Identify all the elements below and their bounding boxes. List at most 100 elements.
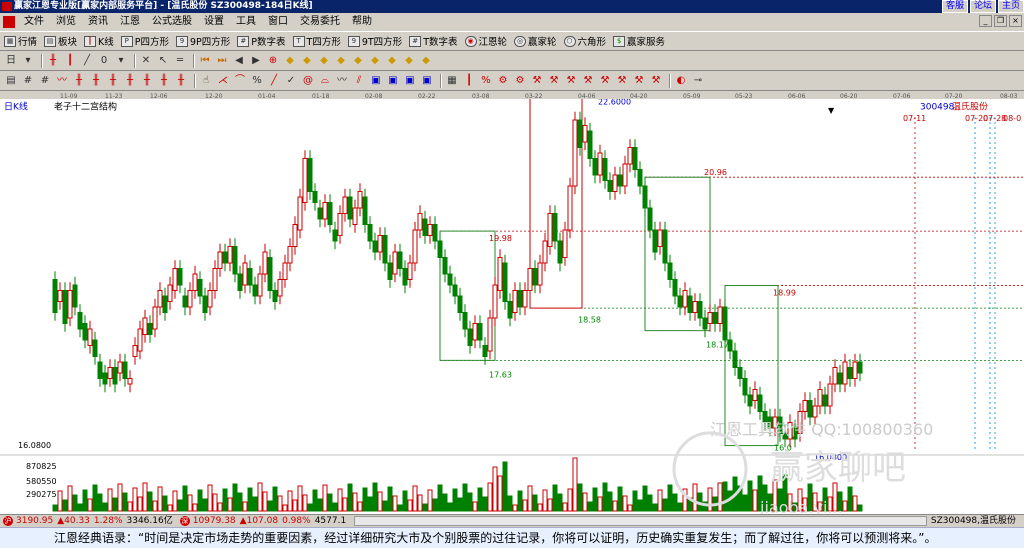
wave2-icon[interactable]: 〰	[335, 74, 349, 88]
wave-icon[interactable]: 〰	[55, 74, 69, 88]
check-icon[interactable]: ✓	[284, 74, 298, 88]
diamond7-icon[interactable]: ◆	[385, 54, 399, 68]
link-forum[interactable]: 论坛	[969, 0, 996, 13]
ruler-icon[interactable]: ═	[173, 54, 187, 68]
tools3-icon[interactable]: ⚒	[564, 74, 578, 88]
tools5-icon[interactable]: ⚒	[598, 74, 612, 88]
menu-trade[interactable]: 交易委托	[294, 13, 346, 31]
percent-icon[interactable]: %	[250, 74, 264, 88]
box2-icon[interactable]: ▣	[386, 74, 400, 88]
last-icon[interactable]: ⏭	[215, 54, 229, 68]
diamond2-icon[interactable]: ◆	[300, 54, 314, 68]
gear2-icon[interactable]: ⚙	[513, 74, 527, 88]
diamond5-icon[interactable]: ◆	[351, 54, 365, 68]
sector-button[interactable]: ▤ 板块	[44, 34, 77, 48]
t-square-button[interactable]: T T四方形	[292, 34, 341, 48]
fan-icon[interactable]: ⋌	[216, 74, 230, 88]
hexagon-button[interactable]: ⬡ 六角形	[563, 34, 606, 48]
bars4-icon[interactable]: ╫	[106, 74, 120, 88]
diamond4-icon[interactable]: ◆	[334, 54, 348, 68]
cursor-icon[interactable]: ↖	[156, 54, 170, 68]
minimize-icon[interactable]: _	[979, 15, 992, 27]
menu-tools[interactable]: 工具	[230, 13, 262, 31]
zoom-icon[interactable]: ⊕	[266, 54, 280, 68]
menu-browse[interactable]: 浏览	[50, 13, 82, 31]
bars2-icon[interactable]: ╫	[72, 74, 86, 88]
kline-button[interactable]: ┃ K线	[84, 34, 114, 48]
hash2-icon[interactable]: #	[38, 74, 52, 88]
dropdown2-icon[interactable]: ▾	[114, 54, 128, 68]
analysis-toolbar: ▤ # # 〰 ╫ ╫ ╫ ╫ ╫ ╫ ╫ ☝ ⋌ ⌒ % ╱ ✓ @ ⌓ 〰 …	[0, 71, 1024, 91]
bars6-icon[interactable]: ╫	[140, 74, 154, 88]
menu-file[interactable]: 文件	[18, 13, 50, 31]
price-label: 18.99	[773, 289, 796, 298]
gann-wheel-button[interactable]: ◉ 江恩轮	[464, 34, 507, 48]
x-icon[interactable]: ✕	[139, 54, 153, 68]
calendar-icon[interactable]: 日	[4, 54, 18, 68]
menu-formula[interactable]: 公式选股	[146, 13, 198, 31]
horizontal-scrollbar[interactable]	[354, 516, 927, 526]
menu-info[interactable]: 资讯	[82, 13, 114, 31]
p-square-button[interactable]: P P四方形	[120, 34, 169, 48]
tools8-icon[interactable]: ⚒	[649, 74, 663, 88]
gauge-icon[interactable]: ⌓	[318, 74, 332, 88]
bars-icon[interactable]: ╫	[46, 54, 60, 68]
bars7-icon[interactable]: ╫	[157, 74, 171, 88]
gear1-icon[interactable]: ⚙	[496, 74, 510, 88]
chart-type-icon[interactable]: ▤	[4, 74, 18, 88]
9p-square-button[interactable]: 9 9P四方形	[176, 34, 230, 48]
pin-icon[interactable]: ⊸	[691, 74, 705, 88]
tools7-icon[interactable]: ⚒	[632, 74, 646, 88]
t-table-button[interactable]: # T数字表	[409, 34, 458, 48]
candles2-icon[interactable]: ┃	[462, 74, 476, 88]
link-service[interactable]: 客服	[941, 0, 968, 13]
box3-icon[interactable]: ▣	[403, 74, 417, 88]
bars3-icon[interactable]: ╫	[89, 74, 103, 88]
diamond9-icon[interactable]: ◆	[419, 54, 433, 68]
winner-wheel-button[interactable]: ◎ 赢家轮	[514, 34, 557, 48]
line-icon[interactable]: ╱	[80, 54, 94, 68]
right-icon[interactable]: ▶	[249, 54, 263, 68]
bars8-icon[interactable]: ╫	[174, 74, 188, 88]
menu-gann[interactable]: 江恩	[114, 13, 146, 31]
hash-icon[interactable]: #	[21, 74, 35, 88]
candle-body	[732, 350, 738, 368]
diamond6-icon[interactable]: ◆	[368, 54, 382, 68]
menu-window[interactable]: 窗口	[262, 13, 294, 31]
candle-body	[167, 284, 173, 302]
first-icon[interactable]: ⏮	[198, 54, 212, 68]
tools4-icon[interactable]: ⚒	[581, 74, 595, 88]
tools6-icon[interactable]: ⚒	[615, 74, 629, 88]
box-icon[interactable]: ▣	[369, 74, 383, 88]
diamond-icon[interactable]: ◆	[283, 54, 297, 68]
dropdown-icon[interactable]: ▾	[21, 54, 35, 68]
close-icon[interactable]: ×	[1009, 15, 1022, 27]
restore-icon[interactable]: ❐	[994, 15, 1007, 27]
tools1-icon[interactable]: ⚒	[530, 74, 544, 88]
percent2-icon[interactable]: %	[479, 74, 493, 88]
menu-settings[interactable]: 设置	[198, 13, 230, 31]
p-table-button[interactable]: # P数字表	[237, 34, 286, 48]
tools2-icon[interactable]: ⚒	[547, 74, 561, 88]
trend-icon[interactable]: ╱	[267, 74, 281, 88]
spiral-icon[interactable]: @	[301, 74, 315, 88]
arc-icon[interactable]: ⌒	[233, 74, 247, 88]
table2-icon[interactable]: ▦	[445, 74, 459, 88]
service-button[interactable]: $ 赢家服务	[613, 34, 665, 48]
diamond3-icon[interactable]: ◆	[317, 54, 331, 68]
9t-square-button[interactable]: 9 9T四方形	[347, 34, 402, 48]
hand-icon[interactable]: ☝	[199, 74, 213, 88]
box4-icon[interactable]: ▣	[420, 74, 434, 88]
left-icon[interactable]: ◀	[232, 54, 246, 68]
diamond8-icon[interactable]: ◆	[402, 54, 416, 68]
quote-button[interactable]: ▦ 行情	[4, 34, 37, 48]
number-icon[interactable]: 0	[97, 54, 111, 68]
volume-bar	[142, 482, 148, 512]
menu-help[interactable]: 帮助	[346, 13, 378, 31]
candles-icon[interactable]: ┃	[63, 54, 77, 68]
link-home[interactable]: 主页	[997, 0, 1024, 13]
channel-icon[interactable]: ⫽	[352, 74, 366, 88]
color-wheel-icon[interactable]: ◐	[674, 74, 688, 88]
bars5-icon[interactable]: ╫	[123, 74, 137, 88]
candle-body	[712, 312, 718, 324]
